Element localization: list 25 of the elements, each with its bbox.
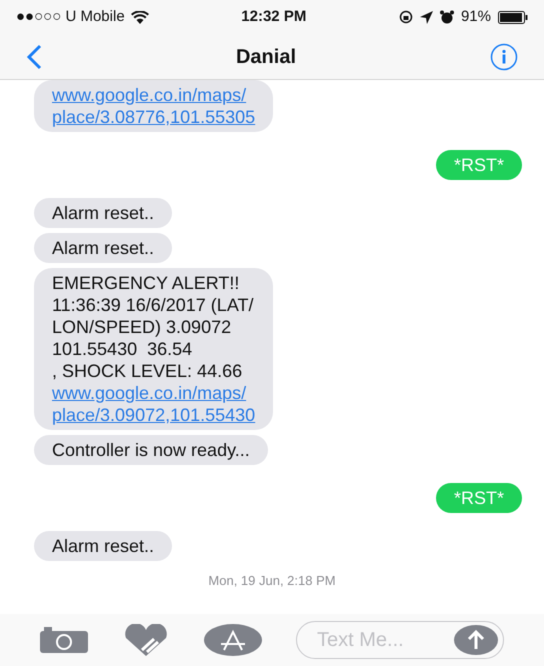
location-arrow-icon <box>420 10 433 24</box>
message-link[interactable]: www.google.co.in/maps/ place/3.09072,101.55430 <box>52 382 256 426</box>
camera-icon[interactable] <box>40 627 88 653</box>
battery-icon <box>498 10 528 24</box>
message-text: Alarm reset.. <box>52 237 154 259</box>
message-text: *RST* <box>454 487 504 509</box>
message-input-field[interactable]: Text Me... <box>296 621 504 659</box>
carrier-label: ●●○○○ U Mobile <box>16 6 125 27</box>
message-text: Controller is now ready... <box>52 439 250 461</box>
message-link[interactable]: www.google.co.in/maps/ place/3.08776,101.55305 <box>52 84 256 128</box>
rotation-lock-icon <box>398 10 413 24</box>
message-text: *RST* <box>454 154 504 176</box>
message-timestamp: Mon, 19 Jun, 2:18 PM <box>208 572 336 590</box>
heart-hand-icon[interactable] <box>122 624 170 656</box>
app-store-icon[interactable] <box>204 624 262 656</box>
back-chevron-icon[interactable] <box>26 44 42 70</box>
alarm-clock-icon <box>440 10 454 24</box>
message-text: EMERGENCY ALERT!! 11:36:39 16/6/2017 (LAT/ LON/SPEED) 3.09072 101.55430 36.54 , SHOCK LEVEL: 44.66 <box>52 272 254 382</box>
wifi-icon <box>130 10 149 24</box>
info-icon[interactable] <box>490 42 518 70</box>
clock-time: 12:32 PM <box>241 6 306 27</box>
message-text: Alarm reset.. <box>52 202 154 224</box>
battery-percentage: 91% <box>460 6 491 27</box>
message-text: Alarm reset.. <box>52 535 154 557</box>
contact-name: Danial <box>236 44 296 70</box>
